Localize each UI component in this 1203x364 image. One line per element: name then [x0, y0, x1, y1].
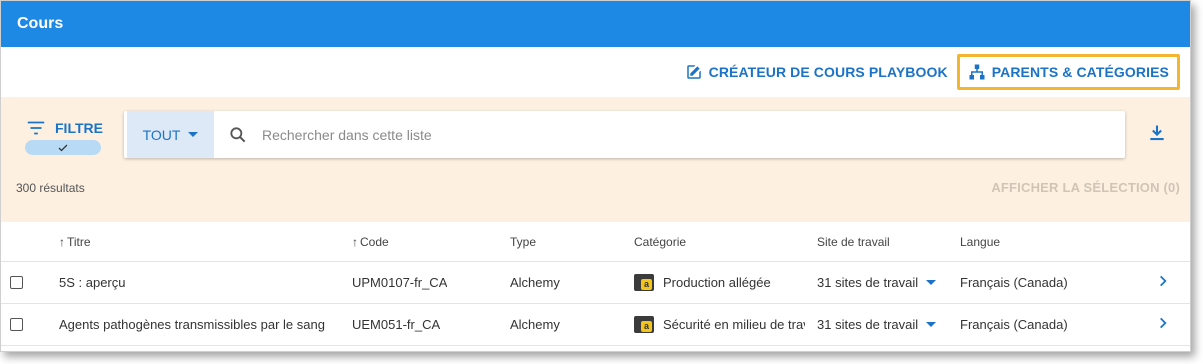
sort-arrow-icon: ↑	[352, 234, 358, 249]
search-input[interactable]	[262, 126, 1062, 143]
category-badge-icon: a	[634, 316, 654, 333]
show-selection-button[interactable]: AFFICHER LA SÉLECTION (0)	[991, 180, 1180, 195]
caret-down-icon	[926, 322, 937, 327]
row-code: UPM0107-fr_CA	[352, 275, 448, 290]
row-category: a Sécurité en milieu de travail	[634, 316, 805, 333]
row-type: Alchemy	[510, 275, 560, 290]
app-bar: Cours	[1, 1, 1190, 47]
filter-active-indicator[interactable]	[25, 140, 101, 155]
table-row[interactable]: Agents pathogènes transmissibles par le …	[1, 304, 1190, 346]
row-category-label: Production allégée	[663, 275, 771, 290]
sort-arrow-icon: ↑	[59, 234, 65, 249]
scope-dropdown[interactable]: TOUT	[127, 111, 214, 158]
edit-square-icon	[686, 65, 701, 79]
hierarchy-icon	[969, 64, 985, 80]
row-open-button[interactable]	[1156, 274, 1170, 291]
row-category: a Production allégée	[634, 274, 805, 291]
row-open-button[interactable]	[1156, 316, 1170, 333]
row-code: UEM051-fr_CA	[352, 317, 441, 332]
courses-table: ↑ Titre ↑ Code Type Catégorie Site de trav…	[1, 222, 1190, 346]
chevron-right-icon	[1160, 317, 1167, 329]
row-language: Français (Canada)	[960, 275, 1068, 290]
table-row[interactable]: 5S : aperçu UPM0107-fr_CA Alchemy a Prod…	[1, 262, 1190, 304]
column-header-type[interactable]: Type	[510, 235, 536, 249]
filter-lines-icon	[27, 121, 45, 135]
parents-categories-link[interactable]: PARENTS & CATÉGORIES	[956, 54, 1180, 90]
caret-down-icon	[926, 280, 937, 285]
column-header-category[interactable]: Catégorie	[634, 235, 805, 249]
row-site-dropdown[interactable]: 31 sites de travail	[817, 275, 937, 290]
row-site-dropdown[interactable]: 31 sites de travail	[817, 317, 937, 332]
filter-button[interactable]: FILTRE	[25, 117, 103, 139]
row-site-label: 31 sites de travail	[817, 317, 919, 332]
playbook-creator-label: CRÉATEUR DE COURS PLAYBOOK	[708, 64, 948, 80]
table-header: ↑ Titre ↑ Code Type Catégorie Site de trav…	[1, 222, 1190, 262]
window-frame: Cours CRÉATEUR DE COURS PLAYBOOK PARENTS…	[0, 0, 1191, 352]
page-title: Cours	[17, 15, 64, 32]
check-icon	[58, 144, 68, 151]
column-header-title[interactable]: ↑ Titre	[59, 235, 339, 249]
results-count: 300 résultats	[16, 181, 85, 195]
search-icon	[230, 126, 246, 142]
row-category-label: Sécurité en milieu de travail	[663, 317, 805, 332]
row-type: Alchemy	[510, 317, 560, 332]
row-language: Français (Canada)	[960, 317, 1068, 332]
caret-down-icon	[188, 132, 199, 137]
filter-bar: FILTRE TOUT 300 résultats AFFICHER LA SÉ…	[1, 97, 1190, 222]
row-checkbox[interactable]	[10, 318, 23, 331]
actions-bar: CRÉATEUR DE COURS PLAYBOOK PARENTS & CAT…	[1, 47, 1190, 97]
column-header-language[interactable]: Langue	[960, 235, 1000, 249]
row-title: 5S : aperçu	[59, 275, 126, 290]
search-box: TOUT	[124, 111, 1125, 158]
download-icon[interactable]	[1147, 123, 1167, 143]
row-title: Agents pathogènes transmissibles par le …	[59, 317, 325, 332]
category-badge-icon: a	[634, 274, 654, 291]
row-site-label: 31 sites de travail	[817, 275, 919, 290]
row-checkbox[interactable]	[10, 276, 23, 289]
column-header-site[interactable]: Site de travail	[817, 235, 890, 249]
parents-categories-label: PARENTS & CATÉGORIES	[991, 64, 1169, 80]
chevron-right-icon	[1160, 275, 1167, 287]
column-header-code[interactable]: ↑ Code	[352, 235, 389, 249]
playbook-creator-link[interactable]: CRÉATEUR DE COURS PLAYBOOK	[685, 63, 948, 81]
filter-label: FILTRE	[55, 120, 103, 136]
scope-value: TOUT	[142, 126, 181, 143]
